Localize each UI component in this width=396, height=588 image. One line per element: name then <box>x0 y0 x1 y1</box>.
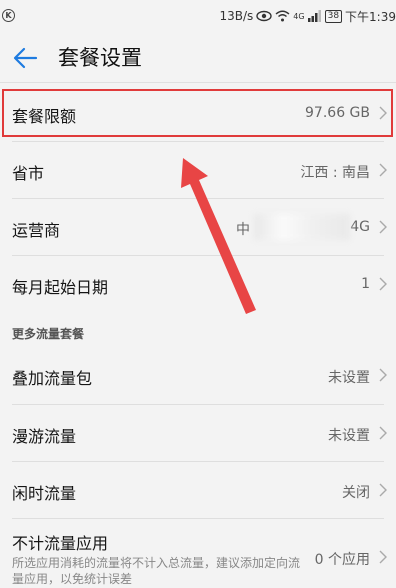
row-value: 关闭 <box>342 485 370 501</box>
k-badge-icon: K <box>2 9 15 22</box>
status-icons: 13B/s 4G 38 下午1:39 <box>220 8 396 24</box>
redacted-blur <box>254 214 350 240</box>
row-label: 省市 <box>12 164 45 183</box>
signal-icon <box>307 10 321 22</box>
row-value: 0 个应用 <box>314 552 370 568</box>
row-label: 漫游流量 <box>12 427 77 446</box>
highlight-box <box>2 89 393 137</box>
row-value: 1 <box>361 276 370 292</box>
chevron-right-icon <box>379 220 387 234</box>
row-label: 不计流量应用 <box>12 534 109 553</box>
row-value: 江西 : 南昌 <box>300 165 370 181</box>
carrier-value-suffix: 4G <box>350 219 370 235</box>
battery-icon: 38 <box>324 9 343 23</box>
wifi-icon <box>275 10 290 22</box>
row-idle-data[interactable]: 闲时流量 关闭 <box>0 462 396 518</box>
row-roaming-data[interactable]: 漫游流量 未设置 <box>0 405 396 461</box>
section-title: 更多流量套餐 <box>12 327 85 341</box>
row-monthly-start-date[interactable]: 每月起始日期 1 <box>0 256 396 312</box>
signal-type: 4G <box>293 11 305 21</box>
title-divider <box>0 82 396 83</box>
row-addon-package[interactable]: 叠加流量包 未设置 <box>0 348 396 404</box>
back-arrow-icon[interactable] <box>12 46 38 70</box>
row-value: 未设置 <box>328 428 370 444</box>
chevron-right-icon <box>379 550 387 564</box>
status-bar: K 13B/s 4G 38 下午1:39 <box>0 0 396 34</box>
chevron-right-icon <box>379 483 387 497</box>
row-province-city[interactable]: 省市 江西 : 南昌 <box>0 142 396 198</box>
row-value: 未设置 <box>328 370 370 386</box>
title-bar: 套餐设置 <box>0 34 396 82</box>
row-label: 闲时流量 <box>12 484 77 503</box>
chevron-right-icon <box>379 368 387 382</box>
row-label: 运营商 <box>12 221 61 240</box>
row-description: 所选应用消耗的流量将不计入总流量，建议添加定向流量应用，以免统计误差 <box>12 556 301 586</box>
network-speed: 13B/s <box>219 9 254 23</box>
chevron-right-icon <box>379 426 387 440</box>
page-title: 套餐设置 <box>58 46 142 70</box>
chevron-right-icon <box>379 277 387 291</box>
carrier-value-prefix: 中 <box>236 222 250 238</box>
chevron-right-icon <box>379 163 387 177</box>
clock: 下午1:39 <box>345 9 396 24</box>
eye-icon <box>256 10 272 22</box>
row-label: 叠加流量包 <box>12 369 93 388</box>
row-label: 每月起始日期 <box>12 278 109 297</box>
